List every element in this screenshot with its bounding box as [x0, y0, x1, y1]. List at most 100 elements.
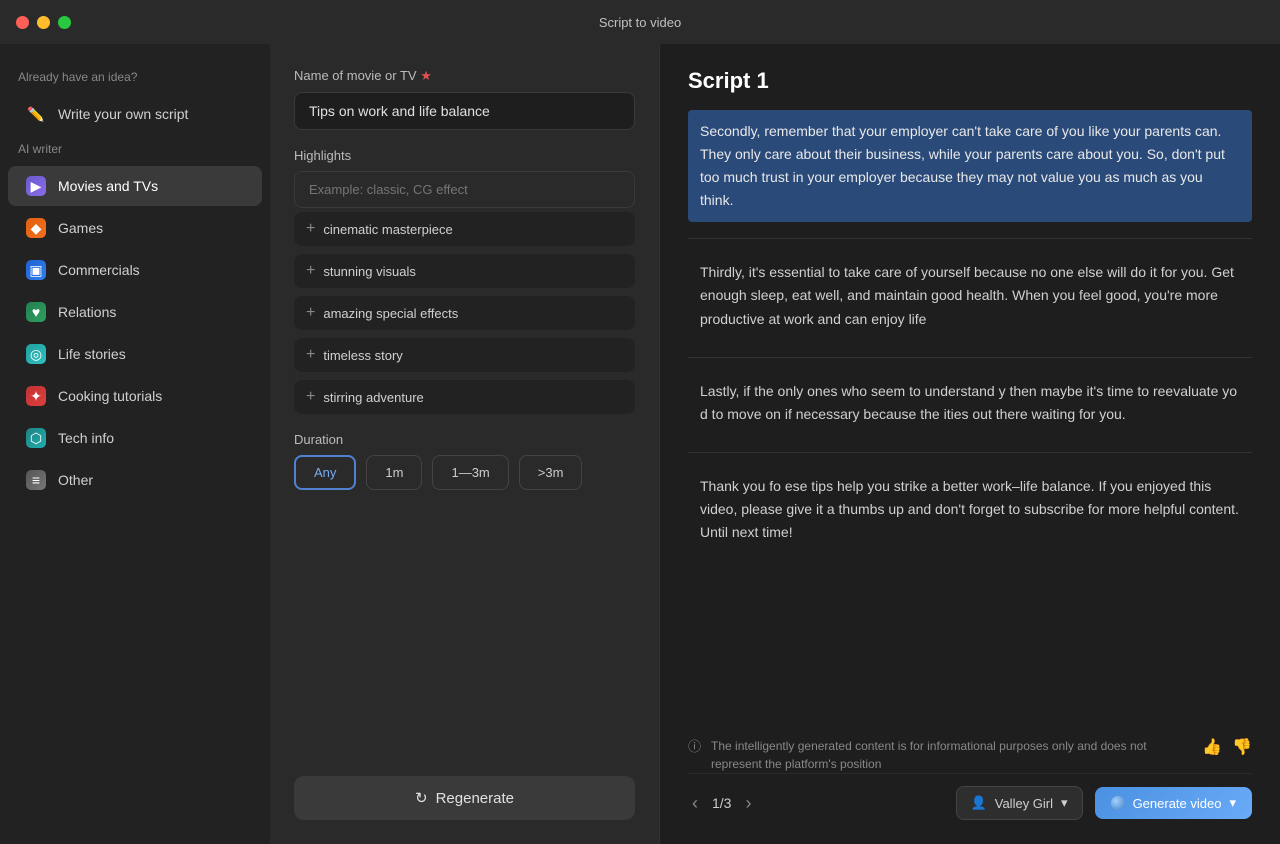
info-actions: 👍 👎: [1202, 737, 1252, 757]
sidebar: Already have an idea? ✏️ Write your own …: [0, 44, 270, 844]
tech-icon: ⬡: [26, 428, 46, 448]
regenerate-icon: ↻: [415, 789, 428, 807]
other-icon: ≡: [26, 470, 46, 490]
middle-panel: Name of movie or TV ★ Highlights + cinem…: [270, 44, 660, 844]
sidebar-games-label: Games: [58, 220, 103, 236]
required-indicator: ★: [420, 68, 432, 83]
close-button[interactable]: [16, 16, 29, 29]
duration-label: Duration: [294, 432, 635, 447]
tag-label-3: timeless story: [323, 348, 402, 363]
info-icon: ⓘ: [688, 737, 701, 757]
tag-list: + cinematic masterpiece + stunning visua…: [294, 212, 635, 414]
tag-item-2[interactable]: + amazing special effects: [294, 296, 635, 330]
tag-label-4: stirring adventure: [323, 390, 423, 405]
sidebar-item-write-own[interactable]: ✏️ Write your own script: [8, 94, 262, 134]
name-input[interactable]: [294, 92, 635, 130]
tag-plus-icon-2: +: [306, 304, 315, 322]
sidebar-item-cooking[interactable]: ✦ Cooking tutorials: [8, 376, 262, 416]
sidebar-cooking-label: Cooking tutorials: [58, 388, 162, 404]
sidebar-write-own-label: Write your own script: [58, 106, 188, 122]
sidebar-life-label: Life stories: [58, 346, 126, 362]
right-actions: 👤 Valley Girl ▾ Generate video ▾: [956, 786, 1252, 820]
script-paragraph-3[interactable]: Thank you fo ese tips help you strike a …: [688, 465, 1252, 554]
tag-plus-icon-3: +: [306, 346, 315, 364]
script-paragraph-2[interactable]: Lastly, if the only ones who seem to und…: [688, 370, 1252, 436]
highlights-input[interactable]: [294, 171, 635, 208]
sidebar-relations-label: Relations: [58, 304, 116, 320]
script-paragraph-0[interactable]: Secondly, remember that your employer ca…: [688, 110, 1252, 222]
commercials-icon: ▣: [26, 260, 46, 280]
voice-label: Valley Girl: [995, 796, 1053, 811]
generate-sphere-icon: [1111, 796, 1125, 810]
main-layout: Already have an idea? ✏️ Write your own …: [0, 44, 1280, 844]
duration-buttons: Any 1m 1—3m >3m: [294, 455, 635, 490]
games-icon: ◆: [26, 218, 46, 238]
maximize-button[interactable]: [58, 16, 71, 29]
tag-item-4[interactable]: + stirring adventure: [294, 380, 635, 414]
sidebar-top-label: Already have an idea?: [0, 64, 270, 92]
sidebar-item-games[interactable]: ◆ Games: [8, 208, 262, 248]
page-indicator: 1/3: [712, 795, 731, 811]
tag-plus-icon-4: +: [306, 388, 315, 406]
duration-1m[interactable]: 1m: [366, 455, 422, 490]
sidebar-item-life[interactable]: ◎ Life stories: [8, 334, 262, 374]
highlights-section: Highlights + cinematic masterpiece + stu…: [294, 148, 635, 414]
title-bar: Script to video: [0, 0, 1280, 44]
sidebar-item-tech[interactable]: ⬡ Tech info: [8, 418, 262, 458]
thumbs-up-button[interactable]: 👍: [1202, 737, 1222, 757]
page-navigation: ‹ 1/3 ›: [688, 791, 755, 816]
tag-plus-icon-1: +: [306, 262, 315, 280]
sidebar-commercials-label: Commercials: [58, 262, 140, 278]
highlights-label: Highlights: [294, 148, 635, 163]
divider-2: [688, 452, 1252, 453]
info-bar: ⓘ The intelligently generated content is…: [688, 725, 1252, 773]
script-title: Script 1: [688, 68, 1252, 94]
sidebar-tech-label: Tech info: [58, 430, 114, 446]
tag-label-2: amazing special effects: [323, 306, 458, 321]
voice-chevron-icon: ▾: [1061, 795, 1068, 811]
generate-label: Generate video: [1133, 796, 1222, 811]
tag-plus-icon-0: +: [306, 220, 315, 238]
tag-item-3[interactable]: + timeless story: [294, 338, 635, 372]
sidebar-item-other[interactable]: ≡ Other: [8, 460, 262, 500]
right-panel: Script 1 Secondly, remember that your em…: [660, 44, 1280, 844]
name-field-section: Name of movie or TV ★: [294, 68, 635, 130]
sidebar-movies-label: Movies and TVs: [58, 178, 158, 194]
tag-item-1[interactable]: + stunning visuals: [294, 254, 635, 288]
movies-icon: ▶: [26, 176, 46, 196]
divider-0: [688, 238, 1252, 239]
duration-1-3m[interactable]: 1—3m: [432, 455, 508, 490]
duration-any[interactable]: Any: [294, 455, 356, 490]
window-controls: [16, 16, 71, 29]
script-content: Secondly, remember that your employer ca…: [688, 110, 1252, 725]
bottom-nav: ‹ 1/3 › 👤 Valley Girl ▾ Generate video ▾: [688, 773, 1252, 820]
generate-video-button[interactable]: Generate video ▾: [1095, 787, 1252, 819]
sidebar-item-relations[interactable]: ♥ Relations: [8, 292, 262, 332]
voice-icon: 👤: [971, 795, 987, 811]
info-text: The intelligently generated content is f…: [711, 737, 1192, 773]
generate-chevron-icon: ▾: [1229, 795, 1236, 811]
regenerate-button[interactable]: ↻ Regenerate: [294, 776, 635, 820]
life-icon: ◎: [26, 344, 46, 364]
pencil-icon: ✏️: [26, 104, 46, 124]
minimize-button[interactable]: [37, 16, 50, 29]
sidebar-item-commercials[interactable]: ▣ Commercials: [8, 250, 262, 290]
relations-icon: ♥: [26, 302, 46, 322]
prev-page-button[interactable]: ‹: [688, 791, 702, 816]
thumbs-down-button[interactable]: 👎: [1232, 737, 1252, 757]
duration-3m[interactable]: >3m: [519, 455, 583, 490]
voice-select-button[interactable]: 👤 Valley Girl ▾: [956, 786, 1083, 820]
divider-1: [688, 357, 1252, 358]
tag-item-0[interactable]: + cinematic masterpiece: [294, 212, 635, 246]
next-page-button[interactable]: ›: [741, 791, 755, 816]
script-paragraph-1[interactable]: Thirdly, it's essential to take care of …: [688, 251, 1252, 340]
sidebar-other-label: Other: [58, 472, 93, 488]
ai-writer-label: AI writer: [0, 136, 270, 164]
window-title: Script to video: [599, 15, 681, 30]
tag-label-1: stunning visuals: [323, 264, 416, 279]
tag-label-0: cinematic masterpiece: [323, 222, 452, 237]
name-field-label: Name of movie or TV ★: [294, 68, 635, 84]
sidebar-item-movies[interactable]: ▶ Movies and TVs: [8, 166, 262, 206]
regenerate-label: Regenerate: [436, 790, 514, 807]
duration-section: Duration Any 1m 1—3m >3m: [294, 432, 635, 490]
